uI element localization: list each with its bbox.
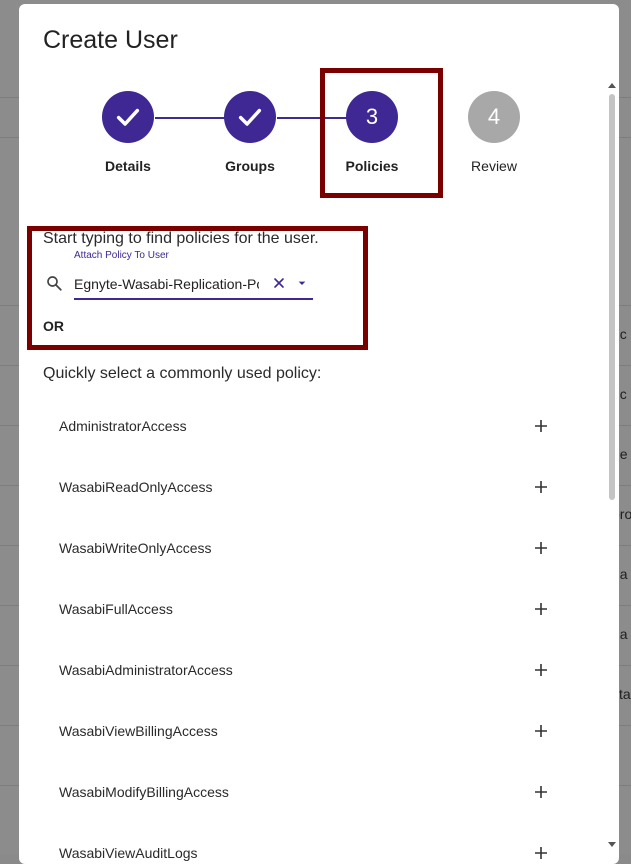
policy-option-row[interactable]: AdministratorAccess — [59, 407, 559, 447]
policy-search-highlight — [27, 226, 368, 350]
add-icon[interactable] — [533, 845, 549, 861]
create-user-dialog: Create User Details Groups 3 Policies 4 … — [19, 4, 619, 864]
policy-option-name: WasabiWriteOnlyAccess — [59, 540, 212, 556]
step-review-circle[interactable]: 4 — [468, 91, 520, 143]
add-icon[interactable] — [533, 479, 549, 495]
active-step-highlight — [320, 68, 443, 198]
quick-select-label: Quickly select a commonly used policy: — [43, 365, 322, 382]
scrollbar-thumb[interactable] — [609, 94, 615, 500]
add-icon[interactable] — [533, 784, 549, 800]
stepper-connector — [155, 117, 225, 119]
policy-option-name: WasabiModifyBillingAccess — [59, 784, 229, 800]
policy-option-row[interactable]: WasabiModifyBillingAccess — [59, 773, 559, 813]
policy-option-row[interactable]: WasabiFullAccess — [59, 590, 559, 630]
check-icon — [116, 108, 140, 126]
add-icon[interactable] — [533, 540, 549, 556]
step-details-circle[interactable] — [102, 91, 154, 143]
dialog-scrollbar[interactable] — [607, 80, 617, 860]
step-groups-label[interactable]: Groups — [200, 158, 300, 174]
step-groups-circle[interactable] — [224, 91, 276, 143]
add-icon[interactable] — [533, 723, 549, 739]
policy-option-row[interactable]: WasabiViewBillingAccess — [59, 712, 559, 752]
policy-option-row[interactable]: WasabiAdministratorAccess — [59, 651, 559, 691]
step-review-label[interactable]: Review — [444, 158, 544, 174]
step-details-label[interactable]: Details — [78, 158, 178, 174]
policy-option-name: WasabiViewAuditLogs — [59, 845, 198, 861]
scroll-down-arrow-icon[interactable] — [607, 840, 617, 850]
add-icon[interactable] — [533, 662, 549, 678]
policy-option-row[interactable]: WasabiWriteOnlyAccess — [59, 529, 559, 569]
dialog-title: Create User — [43, 26, 178, 54]
policy-option-name: WasabiAdministratorAccess — [59, 662, 233, 678]
policy-option-name: WasabiViewBillingAccess — [59, 723, 218, 739]
add-icon[interactable] — [533, 601, 549, 617]
policy-option-name: WasabiReadOnlyAccess — [59, 479, 213, 495]
scroll-up-arrow-icon[interactable] — [607, 80, 617, 90]
check-icon — [238, 108, 262, 126]
policy-option-name: AdministratorAccess — [59, 418, 187, 434]
policy-option-row[interactable]: WasabiReadOnlyAccess — [59, 468, 559, 508]
policy-option-row[interactable]: WasabiViewAuditLogs — [59, 834, 559, 864]
add-icon[interactable] — [533, 418, 549, 434]
policy-option-name: WasabiFullAccess — [59, 601, 173, 617]
